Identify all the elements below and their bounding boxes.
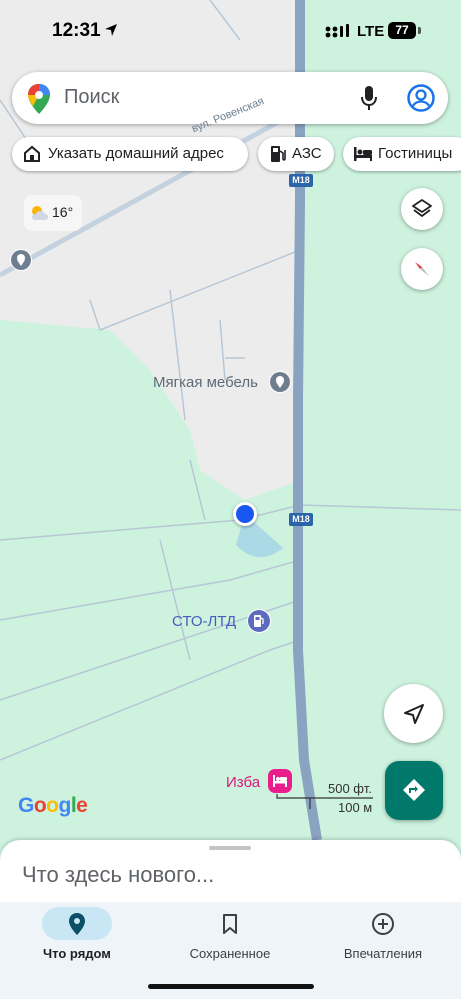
tab-contribute-label: Впечатления [343, 946, 423, 961]
battery-cap [418, 27, 421, 34]
status-bar: 12:31 LTE 77 [0, 0, 461, 62]
account-icon[interactable] [407, 84, 435, 112]
signal-icon [325, 24, 349, 38]
bookmark-icon [223, 914, 237, 934]
chip-home-address-label: Указать домашний адрес [48, 145, 224, 162]
road-shield-m18-top: M18 [289, 174, 313, 187]
maps-pin-logo-icon [28, 84, 50, 114]
chip-gas-stations[interactable]: АЗС [258, 137, 334, 171]
status-time: 12:31 [52, 20, 101, 41]
chip-gas-stations-label: АЗС [292, 145, 322, 162]
chip-hotels[interactable]: Гостиницы [343, 137, 461, 171]
battery-level: 77 [388, 22, 416, 39]
layers-icon [412, 199, 432, 217]
scale-bar [276, 794, 373, 809]
google-logo: Google [18, 794, 88, 817]
tab-contribute[interactable]: Впечатления [306, 902, 460, 999]
place-pin-icon[interactable] [8, 247, 34, 273]
place-label-service[interactable]: СТО-ЛТД [172, 613, 236, 630]
weather-badge[interactable]: 16° [24, 195, 82, 231]
home-indicator [148, 984, 314, 989]
current-location-marker [233, 502, 257, 526]
sheet-drag-handle[interactable] [209, 846, 251, 850]
compass-icon [415, 262, 429, 276]
explore-pin-icon [69, 913, 85, 935]
layers-button[interactable] [401, 188, 443, 230]
directions-icon [403, 779, 425, 801]
current-location-dot [236, 505, 254, 523]
chip-home-address[interactable]: Указать домашний адрес [12, 137, 248, 171]
navigation-arrow-icon [404, 704, 424, 724]
place-label-izba[interactable]: Изба [226, 774, 260, 791]
my-location-button[interactable] [384, 684, 443, 743]
izba-hotel-icon[interactable] [267, 768, 293, 794]
add-circle-icon [372, 913, 394, 935]
tab-explore[interactable]: Что рядом [0, 902, 154, 999]
road-shield-m18-bottom: M18 [289, 513, 313, 526]
compass-button[interactable] [401, 248, 443, 290]
place-label-furniture[interactable]: Мягкая мебель [153, 374, 258, 391]
microphone-icon[interactable] [360, 85, 378, 111]
tab-saved-label: Сохраненное [189, 946, 271, 961]
furniture-pin-icon[interactable] [267, 369, 293, 395]
weather-temperature: 16° [52, 204, 74, 220]
chip-hotels-label: Гостиницы [378, 145, 453, 162]
sheet-title: Что здесь нового... [22, 862, 215, 887]
hotel-icon [354, 147, 372, 161]
partly-cloudy-icon [32, 206, 48, 220]
gas-pump-icon[interactable] [246, 608, 272, 634]
tab-explore-label: Что рядом [43, 946, 111, 961]
location-arrow-icon [105, 24, 117, 36]
bottom-sheet[interactable]: Что здесь нового... [0, 840, 461, 910]
network-type: LTE [357, 23, 385, 40]
search-input[interactable]: Поиск [64, 86, 119, 109]
gas-station-icon [271, 146, 286, 162]
directions-button[interactable] [385, 761, 443, 820]
home-icon [24, 145, 40, 162]
